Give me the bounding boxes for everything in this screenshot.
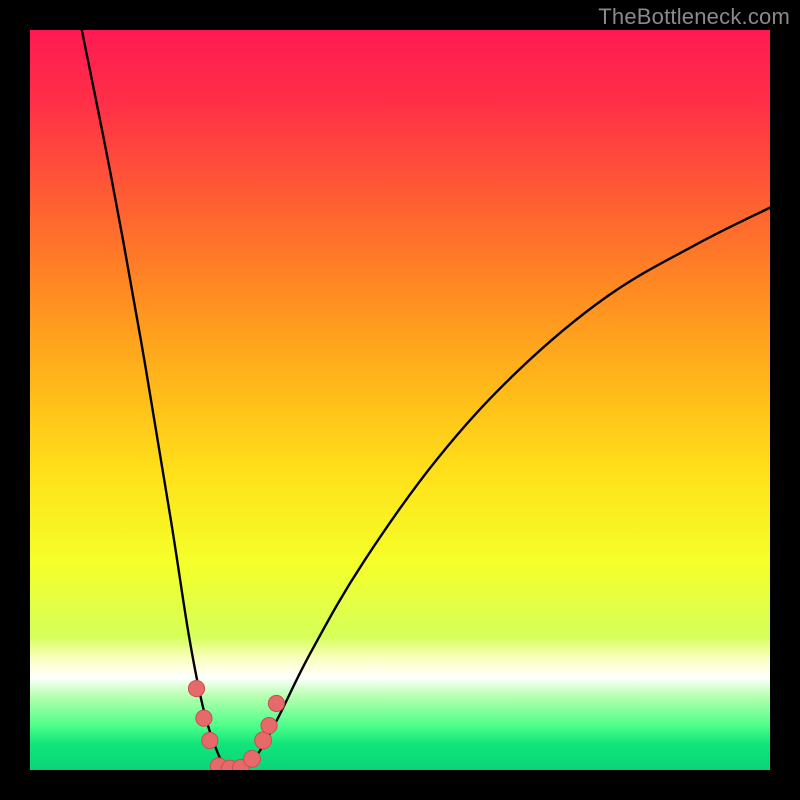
curve-marker (268, 695, 284, 711)
curve-marker (244, 750, 261, 767)
outer-black-frame: TheBottleneck.com (0, 0, 800, 800)
gradient-background (30, 30, 770, 770)
curve-marker (188, 681, 204, 697)
curve-marker (196, 710, 212, 726)
curve-marker (202, 732, 218, 748)
curve-marker (255, 732, 272, 749)
curve-marker (261, 718, 277, 734)
bottleneck-chart (0, 0, 800, 800)
